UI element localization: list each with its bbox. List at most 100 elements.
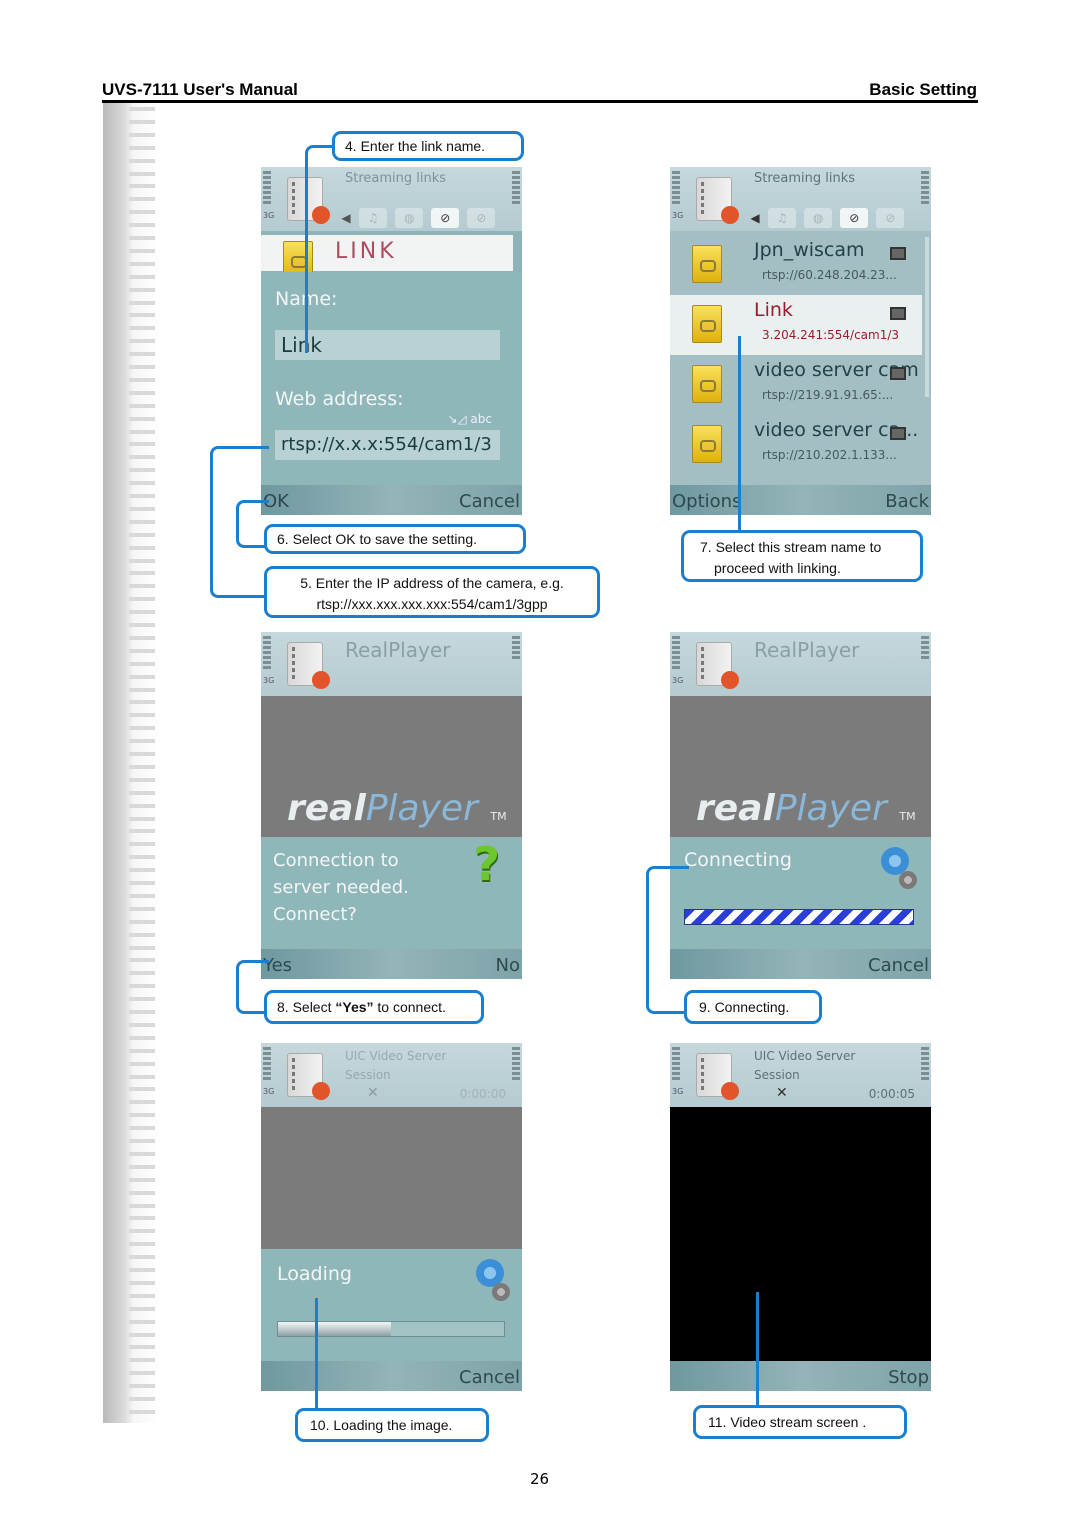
binding-tick [129, 829, 155, 834]
link-icon[interactable]: ⊘ [467, 208, 496, 228]
binding-tick [129, 171, 155, 176]
signal-strength-icon [672, 1047, 680, 1082]
link-icon[interactable]: ⊘ [876, 208, 905, 228]
memory-card-icon [890, 367, 906, 380]
signal-strength-icon [672, 636, 680, 671]
binding-tick [129, 1010, 155, 1014]
no-softkey[interactable]: No [496, 955, 520, 976]
network-indicator: 3G [263, 211, 275, 220]
network-indicator: 3G [672, 211, 684, 220]
binding-tick [129, 661, 155, 666]
binding-tick [129, 945, 155, 950]
list-item[interactable]: video server ca... rtsp://210.202.1.133..… [670, 415, 922, 475]
binding-tick [129, 287, 155, 292]
phone-screen-connect-prompt: 3G RealPlayer realPlayer TM Connection t… [261, 632, 522, 979]
callout-step-7: 7. Select this stream name to proceed wi… [681, 530, 923, 582]
list-item-title: LINK [335, 239, 397, 264]
binding-tick [129, 1306, 155, 1311]
binding-tick [129, 1319, 155, 1324]
binding-tick [129, 803, 155, 808]
mute-icon: ✕ [367, 1085, 379, 1101]
cancel-softkey[interactable]: Cancel [868, 955, 929, 976]
web-address-input[interactable]: rtsp://x.x.x:554/cam1/3 [275, 430, 500, 460]
message-line: Connect? [273, 904, 357, 925]
binding-tick [129, 1280, 155, 1285]
app-title-line: UIC Video Server [345, 1049, 447, 1063]
list-item[interactable]: video server cam rtsp://219.91.91.65:... [670, 355, 922, 415]
binding-tick [129, 1048, 155, 1053]
media-app-icon [696, 1053, 739, 1100]
options-softkey[interactable]: Options [672, 491, 741, 512]
softkey-bar: Yes No [261, 949, 522, 979]
question-icon: ? [473, 837, 500, 891]
binding-tick [129, 1126, 155, 1131]
music-icon[interactable]: ♫ [359, 208, 388, 228]
binding-tick [129, 1332, 155, 1337]
battery-level-icon [921, 636, 929, 661]
binding-tick [129, 532, 155, 537]
app-title: RealPlayer [345, 638, 451, 662]
binding-tick [129, 1061, 155, 1066]
binding-tick [129, 145, 155, 150]
phone-screen-link-edit: 3G Streaming links ◀ ♫ ◍ ⊘ ⊘ LINK Name: … [261, 167, 522, 515]
binding-tick [129, 1345, 155, 1350]
binding-tick [129, 997, 155, 1002]
callout-step-8: 8. Select “Yes” to connect. [264, 990, 484, 1024]
callout-text-emphasis: “Yes” [335, 999, 374, 1015]
callout-text: 8. Select [277, 999, 336, 1015]
battery-level-icon [512, 636, 520, 661]
binding-tick [129, 1074, 155, 1079]
binding-tick [129, 919, 155, 924]
callout-connector [210, 446, 269, 598]
binding-tick [129, 816, 155, 821]
list-item-name: Link [754, 299, 793, 321]
callout-text: to connect. [373, 999, 446, 1015]
back-softkey[interactable]: Back [885, 491, 929, 512]
input-mode-text: abc [470, 412, 492, 426]
gear-icon [899, 871, 917, 889]
manual-title: UVS-7111 User's Manual [102, 80, 298, 99]
binding-tick [129, 558, 155, 563]
podcast-icon[interactable]: ◍ [804, 208, 833, 228]
binding-tick [129, 352, 155, 357]
binding-tick [129, 1255, 155, 1260]
signal-strength-icon [263, 636, 271, 671]
cancel-softkey[interactable]: Cancel [459, 1367, 520, 1388]
binding-tick [129, 1087, 155, 1092]
podcast-icon[interactable]: ◍ [395, 208, 424, 228]
stop-softkey[interactable]: Stop [888, 1367, 929, 1388]
list-item-link[interactable]: LINK [261, 235, 513, 279]
input-mode-indicator: ↘◿ abc [447, 412, 492, 426]
message-line: server needed. [273, 877, 409, 898]
logo-tm: TM [490, 810, 507, 823]
chevron-left-icon[interactable]: ◀ [341, 208, 351, 228]
status-text: Connecting [684, 849, 792, 871]
connecting-dialog: Connecting [670, 837, 931, 949]
video-area [670, 1107, 931, 1361]
playback-timer: 0:00:00 [459, 1087, 506, 1101]
app-title: Streaming links [345, 171, 447, 186]
signal-strength-icon [263, 171, 271, 206]
loading-progress-bar [277, 1321, 505, 1337]
logo-bold: real [287, 788, 366, 829]
link-icon[interactable]: ⊘ [840, 208, 869, 228]
cancel-softkey[interactable]: Cancel [459, 491, 520, 512]
binding-tick [129, 1358, 155, 1363]
scrollbar[interactable] [925, 237, 929, 397]
binding-tick [129, 494, 155, 498]
callout-step-6: 6. Select OK to save the setting. [264, 524, 526, 554]
link-icon[interactable]: ⊘ [431, 208, 460, 228]
binding-tick [129, 713, 155, 718]
list-item[interactable]: Jpn_wiscam rtsp://60.248.204.23... [670, 235, 922, 295]
list-item[interactable]: Link 3.204.241:554/cam1/3 [670, 295, 922, 355]
chevron-left-icon[interactable]: ◀ [750, 208, 760, 228]
callout-text: 9. Connecting. [699, 999, 790, 1015]
binding-tick [129, 1022, 155, 1027]
signal-strength-icon [263, 1047, 271, 1082]
app-title: Streaming links [754, 171, 856, 186]
connect-dialog: Connection to server needed. Connect? ? [261, 837, 522, 949]
media-app-icon [287, 1053, 330, 1100]
binding-tick [129, 403, 155, 408]
music-icon[interactable]: ♫ [768, 208, 797, 228]
binding-tick [129, 726, 155, 731]
